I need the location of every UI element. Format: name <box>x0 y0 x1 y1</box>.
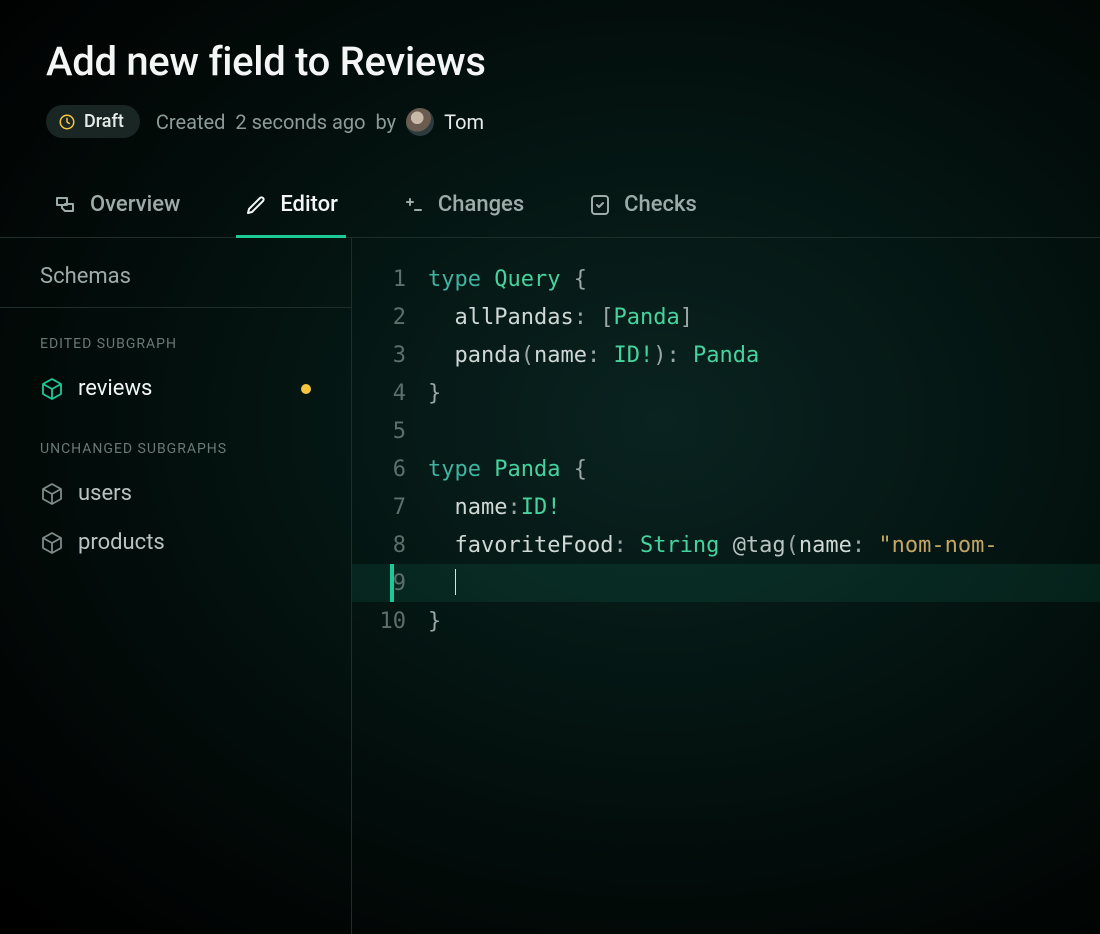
sidebar-item-label: products <box>78 530 165 555</box>
tab-changes-label: Changes <box>438 192 524 217</box>
checks-icon <box>588 193 612 217</box>
sidebar-item-products[interactable]: products <box>0 518 351 567</box>
created-meta: Created 2 seconds ago by Tom <box>156 108 484 136</box>
code-content: type Query { <box>428 267 1100 292</box>
code-content: } <box>428 381 1100 406</box>
page-header: Add new field to Reviews Draft Created 2… <box>0 0 1100 162</box>
tab-checks[interactable]: Checks <box>580 176 705 238</box>
cube-icon <box>40 377 64 401</box>
unchanged-subgraphs-label: UNCHANGED SUBGRAPHS <box>0 413 351 469</box>
overview-icon <box>54 193 78 217</box>
line-number: 6 <box>352 457 428 482</box>
tab-editor[interactable]: Editor <box>236 176 346 238</box>
line-number: 1 <box>352 267 428 292</box>
code-line[interactable]: 7 name:ID! <box>352 488 1100 526</box>
edited-subgraph-label: EDITED SUBGRAPH <box>0 308 351 364</box>
cube-icon <box>40 531 64 555</box>
code-line[interactable]: 10} <box>352 602 1100 640</box>
diff-icon <box>402 193 426 217</box>
code-line[interactable]: 5 <box>352 412 1100 450</box>
code-content <box>428 569 1100 597</box>
tab-checks-label: Checks <box>624 192 697 217</box>
tab-changes[interactable]: Changes <box>394 176 532 238</box>
code-content <box>428 419 1100 444</box>
code-content: panda(name: ID!): Panda <box>428 343 1100 368</box>
page-title: Add new field to Reviews <box>46 38 1054 85</box>
line-number: 5 <box>352 419 428 444</box>
sidebar-item-reviews[interactable]: reviews <box>0 364 351 413</box>
code-editor[interactable]: 1type Query {2 allPandas: [Panda]3 panda… <box>352 238 1100 934</box>
code-content: favoriteFood: String @tag(name: "nom-nom… <box>428 533 1100 558</box>
created-time: 2 seconds ago <box>235 110 365 134</box>
sidebar-item-label: reviews <box>78 376 152 401</box>
tab-editor-label: Editor <box>280 192 338 217</box>
meta-row: Draft Created 2 seconds ago by Tom <box>46 105 1054 138</box>
code-content: name:ID! <box>428 495 1100 520</box>
code-line[interactable]: 9 <box>352 564 1100 602</box>
code-content: type Panda { <box>428 457 1100 482</box>
code-line[interactable]: 6type Panda { <box>352 450 1100 488</box>
sidebar-item-label: users <box>78 481 132 506</box>
tab-overview[interactable]: Overview <box>46 176 188 238</box>
sidebar-item-users[interactable]: users <box>0 469 351 518</box>
tab-overview-label: Overview <box>90 192 180 217</box>
line-number: 3 <box>352 343 428 368</box>
code-line[interactable]: 8 favoriteFood: String @tag(name: "nom-n… <box>352 526 1100 564</box>
author-name: Tom <box>444 110 484 134</box>
created-prefix: Created <box>156 110 226 134</box>
code-line[interactable]: 1type Query { <box>352 260 1100 298</box>
code-line[interactable]: 2 allPandas: [Panda] <box>352 298 1100 336</box>
line-number: 2 <box>352 305 428 330</box>
code-content: } <box>428 609 1100 634</box>
line-number: 8 <box>352 533 428 558</box>
pencil-icon <box>244 193 268 217</box>
status-badge-text: Draft <box>84 111 124 132</box>
avatar <box>406 108 434 136</box>
code-line[interactable]: 4} <box>352 374 1100 412</box>
line-number: 7 <box>352 495 428 520</box>
line-number: 4 <box>352 381 428 406</box>
cube-icon <box>40 482 64 506</box>
line-number: 9 <box>352 571 428 596</box>
sidebar-title: Schemas <box>0 256 351 308</box>
sidebar: Schemas EDITED SUBGRAPH reviews UNCHANGE… <box>0 238 352 934</box>
dirty-indicator <box>301 384 311 394</box>
created-by-label: by <box>376 110 397 134</box>
text-cursor <box>455 569 457 595</box>
tabs: Overview Editor Changes Checks <box>0 176 1100 238</box>
body: Schemas EDITED SUBGRAPH reviews UNCHANGE… <box>0 238 1100 934</box>
code-line[interactable]: 3 panda(name: ID!): Panda <box>352 336 1100 374</box>
line-number: 10 <box>352 609 428 634</box>
status-badge: Draft <box>46 105 140 138</box>
code-content: allPandas: [Panda] <box>428 305 1100 330</box>
clock-icon <box>58 113 76 131</box>
